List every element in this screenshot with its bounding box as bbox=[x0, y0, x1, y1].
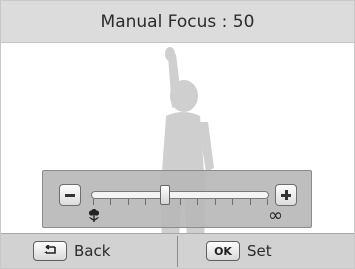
set-label: Set bbox=[247, 242, 272, 260]
focus-slider-track[interactable] bbox=[91, 191, 269, 199]
bottom-divider bbox=[177, 236, 178, 267]
focus-slider-handle[interactable] bbox=[159, 185, 170, 205]
focus-slider-panel: ∞ bbox=[42, 170, 312, 228]
slider-tick bbox=[93, 199, 94, 205]
infinity-icon: ∞ bbox=[268, 205, 283, 226]
back-button[interactable]: Back bbox=[33, 241, 110, 261]
page-title: Manual Focus : 50 bbox=[100, 12, 255, 32]
slider-tick bbox=[110, 199, 112, 205]
bottom-bar: Back OK Set bbox=[1, 233, 354, 268]
title-bar: Manual Focus : 50 bbox=[1, 1, 354, 43]
slider-tick bbox=[232, 199, 234, 205]
set-button[interactable]: OK Set bbox=[206, 241, 272, 261]
back-arrow-icon bbox=[44, 245, 56, 254]
back-label: Back bbox=[74, 242, 111, 260]
back-key[interactable] bbox=[33, 241, 67, 261]
slider-tick bbox=[197, 199, 199, 205]
minus-icon[interactable] bbox=[59, 184, 81, 206]
slider-tick bbox=[214, 199, 216, 205]
slider-tick bbox=[145, 199, 147, 205]
plus-icon[interactable] bbox=[275, 184, 297, 206]
slider-tick bbox=[180, 199, 181, 205]
slider-tick bbox=[127, 199, 129, 205]
ok-key[interactable]: OK bbox=[206, 241, 240, 261]
macro-flower-icon bbox=[88, 209, 100, 222]
manual-focus-screen: Manual Focus : 50 ∞ Back OK Set bbox=[0, 0, 355, 269]
slider-tick bbox=[249, 199, 251, 205]
slider-ticks bbox=[93, 199, 268, 205]
